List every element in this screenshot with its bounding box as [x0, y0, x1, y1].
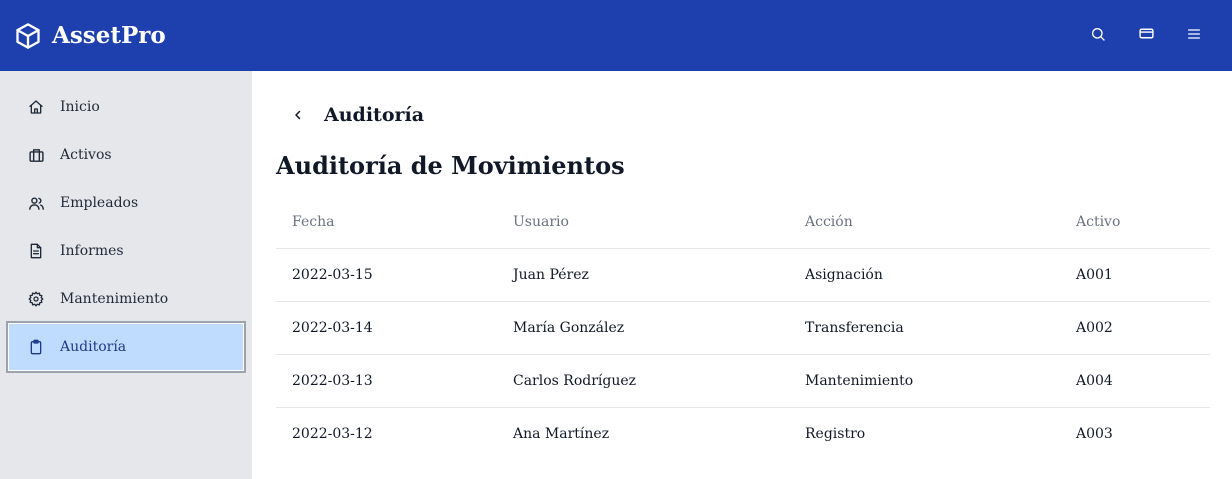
cell-activo: A001: [1060, 248, 1210, 302]
cell-usuario: Ana Martínez: [513, 425, 610, 442]
cell-accion: Mantenimiento: [789, 354, 1060, 408]
sidebar-item-inicio[interactable]: Inicio: [8, 83, 244, 131]
cell-activo: A004: [1060, 354, 1210, 408]
cell-usuario: María González: [497, 301, 789, 355]
sidebar-item-empleados[interactable]: Empleados: [8, 179, 244, 227]
column-header-usuario[interactable]: Usuario: [497, 197, 789, 249]
sidebar-item-label: Activos: [60, 147, 112, 163]
card-icon: [1138, 25, 1155, 46]
cell-accion: Transferencia: [789, 301, 1060, 355]
top-bar: AssetPro: [0, 0, 1232, 71]
cell-fecha: 2022-03-12: [292, 425, 373, 442]
sidebar-item-mantenimiento[interactable]: Mantenimiento: [8, 275, 244, 323]
main-content: Auditoría Auditoría de Movimientos Fecha…: [252, 71, 1232, 479]
cell-accion: Registro: [805, 425, 866, 442]
sidebar-item-label: Mantenimiento: [60, 291, 169, 307]
brand[interactable]: AssetPro: [13, 21, 166, 51]
home-icon: [26, 97, 46, 117]
table-row[interactable]: 2022-03-14 María González Transferencia …: [276, 301, 1210, 355]
briefcase-icon: [26, 145, 46, 165]
column-header-fecha[interactable]: Fecha: [276, 197, 497, 249]
breadcrumb: Auditoría: [288, 103, 424, 127]
sidebar-item-activos[interactable]: Activos: [8, 131, 244, 179]
cell-accion: Asignación: [789, 248, 1060, 302]
chevron-left-icon: [292, 106, 304, 125]
cell-fecha: 2022-03-15: [276, 248, 497, 302]
cell-activo: A002: [1060, 301, 1210, 355]
back-button[interactable]: [288, 105, 308, 125]
cell-activo: A003: [1076, 425, 1113, 442]
card-button[interactable]: [1128, 18, 1164, 54]
document-icon: [26, 241, 46, 261]
app-name: AssetPro: [52, 22, 166, 49]
clipboard-icon: [26, 337, 46, 357]
sidebar-item-label: Informes: [60, 243, 124, 259]
table-row[interactable]: 2022-03-12 Ana Martínez Registro A003: [276, 407, 1210, 460]
sidebar-item-label: Inicio: [60, 99, 100, 115]
sidebar-item-informes[interactable]: Informes: [8, 227, 244, 275]
menu-button[interactable]: [1176, 18, 1212, 54]
sidebar-item-label: Auditoría: [60, 339, 127, 355]
cell-fecha: 2022-03-14: [276, 301, 497, 355]
sidebar-item-label: Empleados: [60, 195, 139, 211]
sidebar-item-auditoria[interactable]: Auditoría: [6, 321, 246, 373]
page-title: Auditoría de Movimientos: [276, 151, 625, 180]
cell-usuario: Juan Pérez: [497, 248, 789, 302]
top-actions: [1068, 0, 1212, 71]
gear-icon: [26, 289, 46, 309]
column-header-accion[interactable]: Acción: [789, 197, 1060, 249]
sidebar: Inicio Activos Empleados Informes Manten…: [0, 71, 252, 479]
cell-fecha: 2022-03-13: [276, 354, 497, 408]
cube-icon: [13, 21, 43, 51]
sidebar-nav: Inicio Activos Empleados Informes Manten…: [0, 71, 252, 373]
breadcrumb-title: Auditoría: [324, 104, 425, 126]
table-row[interactable]: 2022-03-13 Carlos Rodríguez Mantenimient…: [276, 354, 1210, 408]
menu-icon: [1186, 26, 1202, 46]
audit-table: Fecha Usuario Acción Activo 2022-03-15 J…: [276, 197, 1210, 460]
cell-usuario: Carlos Rodríguez: [497, 354, 789, 408]
table-header-row: Fecha Usuario Acción Activo: [276, 197, 1210, 249]
users-icon: [26, 193, 46, 213]
search-icon: [1090, 26, 1106, 46]
table-row[interactable]: 2022-03-15 Juan Pérez Asignación A001: [276, 248, 1210, 302]
column-header-activo[interactable]: Activo: [1060, 197, 1210, 249]
search-button[interactable]: [1080, 18, 1116, 54]
